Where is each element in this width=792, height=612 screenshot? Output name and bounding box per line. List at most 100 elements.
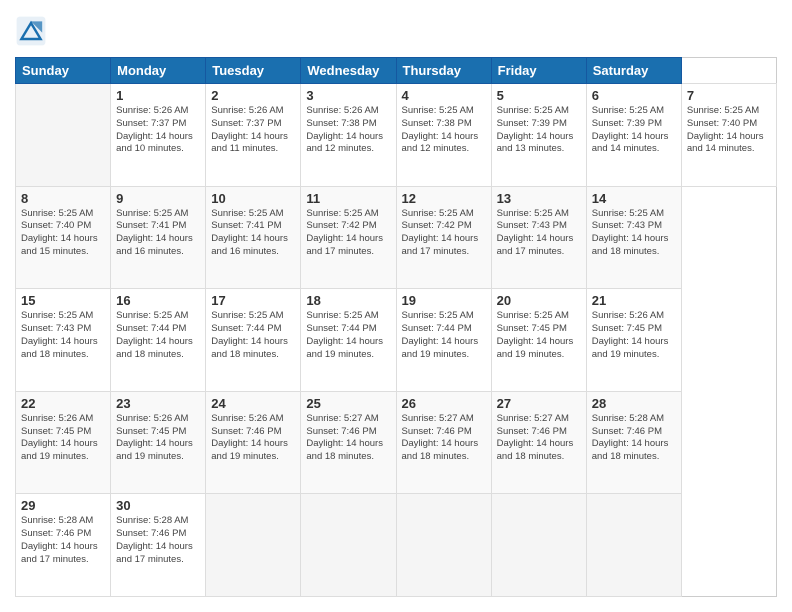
calendar-cell: 13 Sunrise: 5:25 AM Sunset: 7:43 PM Dayl… — [491, 186, 586, 289]
calendar-cell: 22 Sunrise: 5:26 AM Sunset: 7:45 PM Dayl… — [16, 391, 111, 494]
day-number: 10 — [211, 191, 295, 206]
week-row-3: 15 Sunrise: 5:25 AM Sunset: 7:43 PM Dayl… — [16, 289, 777, 392]
calendar-cell: 25 Sunrise: 5:27 AM Sunset: 7:46 PM Dayl… — [301, 391, 396, 494]
calendar-cell — [586, 494, 681, 597]
calendar-cell: 4 Sunrise: 5:25 AM Sunset: 7:38 PM Dayli… — [396, 84, 491, 187]
calendar-cell — [491, 494, 586, 597]
week-row-2: 8 Sunrise: 5:25 AM Sunset: 7:40 PM Dayli… — [16, 186, 777, 289]
day-number: 25 — [306, 396, 390, 411]
day-content: Sunrise: 5:27 AM Sunset: 7:46 PM Dayligh… — [306, 413, 390, 464]
day-content: Sunrise: 5:26 AM Sunset: 7:38 PM Dayligh… — [306, 105, 390, 156]
day-number: 19 — [402, 293, 486, 308]
day-number: 5 — [497, 88, 581, 103]
calendar-cell — [301, 494, 396, 597]
day-content: Sunrise: 5:27 AM Sunset: 7:46 PM Dayligh… — [497, 413, 581, 464]
calendar-cell: 18 Sunrise: 5:25 AM Sunset: 7:44 PM Dayl… — [301, 289, 396, 392]
calendar-cell — [16, 84, 111, 187]
day-content: Sunrise: 5:27 AM Sunset: 7:46 PM Dayligh… — [402, 413, 486, 464]
day-number: 6 — [592, 88, 676, 103]
day-number: 13 — [497, 191, 581, 206]
day-content: Sunrise: 5:25 AM Sunset: 7:41 PM Dayligh… — [211, 208, 295, 259]
page-header — [15, 15, 777, 47]
day-number: 11 — [306, 191, 390, 206]
calendar-cell: 23 Sunrise: 5:26 AM Sunset: 7:45 PM Dayl… — [111, 391, 206, 494]
day-content: Sunrise: 5:28 AM Sunset: 7:46 PM Dayligh… — [116, 515, 200, 566]
day-number: 30 — [116, 498, 200, 513]
calendar-cell: 28 Sunrise: 5:28 AM Sunset: 7:46 PM Dayl… — [586, 391, 681, 494]
day-content: Sunrise: 5:25 AM Sunset: 7:44 PM Dayligh… — [402, 310, 486, 361]
calendar-cell: 30 Sunrise: 5:28 AM Sunset: 7:46 PM Dayl… — [111, 494, 206, 597]
day-number: 2 — [211, 88, 295, 103]
col-header-sunday: Sunday — [16, 58, 111, 84]
day-content: Sunrise: 5:25 AM Sunset: 7:39 PM Dayligh… — [497, 105, 581, 156]
calendar-cell — [396, 494, 491, 597]
calendar-cell: 19 Sunrise: 5:25 AM Sunset: 7:44 PM Dayl… — [396, 289, 491, 392]
day-content: Sunrise: 5:26 AM Sunset: 7:45 PM Dayligh… — [592, 310, 676, 361]
day-content: Sunrise: 5:25 AM Sunset: 7:40 PM Dayligh… — [21, 208, 105, 259]
day-number: 27 — [497, 396, 581, 411]
calendar-cell: 12 Sunrise: 5:25 AM Sunset: 7:42 PM Dayl… — [396, 186, 491, 289]
calendar-cell: 29 Sunrise: 5:28 AM Sunset: 7:46 PM Dayl… — [16, 494, 111, 597]
day-content: Sunrise: 5:25 AM Sunset: 7:43 PM Dayligh… — [592, 208, 676, 259]
calendar-cell — [206, 494, 301, 597]
day-number: 21 — [592, 293, 676, 308]
day-content: Sunrise: 5:26 AM Sunset: 7:46 PM Dayligh… — [211, 413, 295, 464]
day-number: 1 — [116, 88, 200, 103]
calendar-cell: 1 Sunrise: 5:26 AM Sunset: 7:37 PM Dayli… — [111, 84, 206, 187]
day-number: 24 — [211, 396, 295, 411]
day-content: Sunrise: 5:25 AM Sunset: 7:43 PM Dayligh… — [21, 310, 105, 361]
calendar-cell: 5 Sunrise: 5:25 AM Sunset: 7:39 PM Dayli… — [491, 84, 586, 187]
day-content: Sunrise: 5:26 AM Sunset: 7:45 PM Dayligh… — [21, 413, 105, 464]
calendar-cell: 9 Sunrise: 5:25 AM Sunset: 7:41 PM Dayli… — [111, 186, 206, 289]
day-number: 17 — [211, 293, 295, 308]
calendar-table: SundayMondayTuesdayWednesdayThursdayFrid… — [15, 57, 777, 597]
day-number: 29 — [21, 498, 105, 513]
day-content: Sunrise: 5:25 AM Sunset: 7:44 PM Dayligh… — [306, 310, 390, 361]
logo-icon — [15, 15, 47, 47]
day-number: 8 — [21, 191, 105, 206]
col-header-tuesday: Tuesday — [206, 58, 301, 84]
day-number: 20 — [497, 293, 581, 308]
calendar-cell: 6 Sunrise: 5:25 AM Sunset: 7:39 PM Dayli… — [586, 84, 681, 187]
calendar-cell: 16 Sunrise: 5:25 AM Sunset: 7:44 PM Dayl… — [111, 289, 206, 392]
calendar-cell: 3 Sunrise: 5:26 AM Sunset: 7:38 PM Dayli… — [301, 84, 396, 187]
calendar-cell: 14 Sunrise: 5:25 AM Sunset: 7:43 PM Dayl… — [586, 186, 681, 289]
week-row-1: 1 Sunrise: 5:26 AM Sunset: 7:37 PM Dayli… — [16, 84, 777, 187]
day-content: Sunrise: 5:25 AM Sunset: 7:42 PM Dayligh… — [306, 208, 390, 259]
day-content: Sunrise: 5:25 AM Sunset: 7:40 PM Dayligh… — [687, 105, 771, 156]
day-content: Sunrise: 5:25 AM Sunset: 7:43 PM Dayligh… — [497, 208, 581, 259]
col-header-monday: Monday — [111, 58, 206, 84]
day-content: Sunrise: 5:26 AM Sunset: 7:37 PM Dayligh… — [211, 105, 295, 156]
day-number: 4 — [402, 88, 486, 103]
day-content: Sunrise: 5:25 AM Sunset: 7:44 PM Dayligh… — [116, 310, 200, 361]
calendar-cell: 17 Sunrise: 5:25 AM Sunset: 7:44 PM Dayl… — [206, 289, 301, 392]
day-content: Sunrise: 5:26 AM Sunset: 7:37 PM Dayligh… — [116, 105, 200, 156]
calendar-cell: 21 Sunrise: 5:26 AM Sunset: 7:45 PM Dayl… — [586, 289, 681, 392]
day-content: Sunrise: 5:25 AM Sunset: 7:45 PM Dayligh… — [497, 310, 581, 361]
day-content: Sunrise: 5:25 AM Sunset: 7:41 PM Dayligh… — [116, 208, 200, 259]
day-number: 18 — [306, 293, 390, 308]
week-row-5: 29 Sunrise: 5:28 AM Sunset: 7:46 PM Dayl… — [16, 494, 777, 597]
day-number: 15 — [21, 293, 105, 308]
col-header-wednesday: Wednesday — [301, 58, 396, 84]
day-content: Sunrise: 5:25 AM Sunset: 7:44 PM Dayligh… — [211, 310, 295, 361]
calendar-cell: 27 Sunrise: 5:27 AM Sunset: 7:46 PM Dayl… — [491, 391, 586, 494]
day-content: Sunrise: 5:25 AM Sunset: 7:38 PM Dayligh… — [402, 105, 486, 156]
calendar-cell: 24 Sunrise: 5:26 AM Sunset: 7:46 PM Dayl… — [206, 391, 301, 494]
day-content: Sunrise: 5:28 AM Sunset: 7:46 PM Dayligh… — [592, 413, 676, 464]
day-content: Sunrise: 5:25 AM Sunset: 7:39 PM Dayligh… — [592, 105, 676, 156]
day-number: 12 — [402, 191, 486, 206]
day-number: 23 — [116, 396, 200, 411]
col-header-saturday: Saturday — [586, 58, 681, 84]
day-number: 3 — [306, 88, 390, 103]
day-number: 14 — [592, 191, 676, 206]
calendar-cell: 8 Sunrise: 5:25 AM Sunset: 7:40 PM Dayli… — [16, 186, 111, 289]
calendar-cell: 2 Sunrise: 5:26 AM Sunset: 7:37 PM Dayli… — [206, 84, 301, 187]
day-number: 7 — [687, 88, 771, 103]
calendar-cell: 7 Sunrise: 5:25 AM Sunset: 7:40 PM Dayli… — [681, 84, 776, 187]
day-content: Sunrise: 5:26 AM Sunset: 7:45 PM Dayligh… — [116, 413, 200, 464]
calendar-cell: 10 Sunrise: 5:25 AM Sunset: 7:41 PM Dayl… — [206, 186, 301, 289]
day-number: 22 — [21, 396, 105, 411]
logo — [15, 15, 51, 47]
day-content: Sunrise: 5:28 AM Sunset: 7:46 PM Dayligh… — [21, 515, 105, 566]
